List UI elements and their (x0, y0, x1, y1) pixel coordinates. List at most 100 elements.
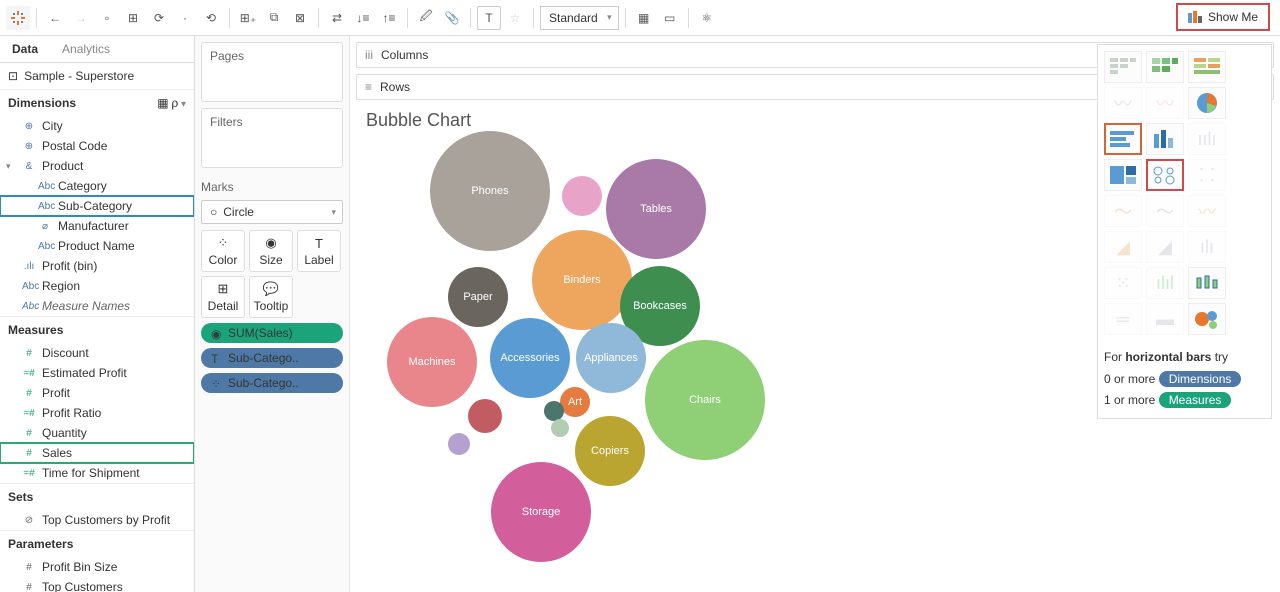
pages-shelf[interactable]: Pages (201, 42, 343, 102)
fit-select[interactable]: Standard ▾ (540, 6, 619, 30)
bubble-accessories[interactable]: Accessories (490, 318, 570, 398)
refresh-button[interactable]: ⟳ (147, 6, 171, 30)
chart-type-histogram[interactable]: ılıl (1146, 267, 1184, 299)
field-measure-names[interactable]: AbcMeasure Names (0, 296, 194, 316)
save-button[interactable]: ▫ (95, 6, 119, 30)
swap-button[interactable]: ⇄ (325, 6, 349, 30)
bubble-paper[interactable]: Paper (448, 267, 508, 327)
field-profit-bin-[interactable]: .ılıProfit (bin) (0, 256, 194, 276)
tab-analytics[interactable]: Analytics (50, 36, 194, 62)
chart-type-horizontal-bar[interactable] (1104, 123, 1142, 155)
chart-type-symbol-map[interactable]: 〰 (1104, 87, 1142, 119)
field-profit-bin-size[interactable]: #Profit Bin Size (0, 557, 194, 577)
field-sub-category[interactable]: AbcSub-Category (0, 196, 194, 216)
bubble-tables[interactable]: Tables (606, 159, 706, 259)
chart-type-text-table[interactable] (1104, 51, 1142, 83)
share-button[interactable]: ⚛ (695, 6, 719, 30)
pill-sub-catego-[interactable]: TSub-Catego.. (201, 348, 343, 368)
chart-type-stacked-bar[interactable] (1146, 123, 1184, 155)
chart-type-filled-map[interactable]: 〰 (1146, 87, 1184, 119)
field-profit[interactable]: #Profit (0, 383, 194, 403)
chart-type-pie[interactable] (1188, 87, 1226, 119)
datasource-item[interactable]: ⊡ Sample - Superstore (0, 63, 194, 89)
field-top-customers-by-profit[interactable]: ⊘Top Customers by Profit (0, 510, 194, 530)
filters-shelf[interactable]: Filters (201, 108, 343, 168)
auto-refresh-icon[interactable]: ⟲ (199, 6, 223, 30)
bubble-unlabeled[interactable] (448, 433, 470, 455)
field-region[interactable]: AbcRegion (0, 276, 194, 296)
bubble-chairs[interactable]: Chairs (645, 340, 765, 460)
chart-type-area-disc[interactable]: ◢ (1146, 231, 1184, 263)
field-city[interactable]: ⊕City (0, 116, 194, 136)
chart-type-highlight-table[interactable] (1188, 51, 1226, 83)
field-quantity[interactable]: #Quantity (0, 423, 194, 443)
bubble-art[interactable]: Art (560, 387, 590, 417)
field-manufacturer[interactable]: ⌀Manufacturer (0, 216, 194, 236)
presentation-button[interactable]: ▭ (658, 6, 682, 30)
star-button[interactable]: ☆ (503, 6, 527, 30)
marks-tooltip-card[interactable]: 💬Tooltip (249, 276, 293, 318)
text-mode-button[interactable]: T (477, 6, 501, 30)
chart-type-dual-line[interactable]: 〰 (1188, 195, 1226, 227)
field-profit-ratio[interactable]: =#Profit Ratio (0, 403, 194, 423)
marks-color-card[interactable]: ⁘Color (201, 230, 245, 272)
duplicate-button[interactable]: ⧉ (262, 6, 286, 30)
field-product-name[interactable]: AbcProduct Name (0, 236, 194, 256)
marks-detail-card[interactable]: ⊞Detail (201, 276, 245, 318)
mark-type-select[interactable]: ○ Circle ▾ (201, 200, 343, 224)
show-cards-button[interactable]: ▦ (632, 6, 656, 30)
new-datasource-button[interactable]: ⊞ (121, 6, 145, 30)
sort-desc-button[interactable]: ↑≡ (377, 6, 401, 30)
chart-type-dual-combo[interactable]: ılı (1188, 231, 1226, 263)
pause-button[interactable]: · (173, 6, 197, 30)
chart-type-area-cont[interactable]: ◢ (1104, 231, 1142, 263)
bubble-storage[interactable]: Storage (491, 462, 591, 562)
chart-type-side-circle[interactable]: ⸬ (1188, 159, 1226, 191)
bubble-binders[interactable]: Binders (532, 230, 632, 330)
chart-type-gantt[interactable]: ═ (1104, 303, 1142, 335)
clear-button[interactable]: ⊠ (288, 6, 312, 30)
bubble-machines[interactable]: Machines (387, 317, 477, 407)
chart-type-line-disc[interactable]: 〜 (1146, 195, 1184, 227)
field-category[interactable]: AbcCategory (0, 176, 194, 196)
show-me-button[interactable]: Show Me (1176, 3, 1270, 31)
bubble-appliances[interactable]: Appliances (576, 323, 646, 393)
chart-type-heatmap[interactable] (1146, 51, 1184, 83)
chart-type-circle-view[interactable] (1146, 159, 1184, 191)
chart-type-line-cont[interactable]: 〜 (1104, 195, 1142, 227)
chart-type-treemap[interactable] (1104, 159, 1142, 191)
field-type-icon: .ılı (22, 261, 36, 272)
chart-type-box-plot[interactable] (1188, 267, 1226, 299)
bubble-unlabeled[interactable] (468, 399, 502, 433)
view-toggle-icon[interactable]: ▦ (157, 96, 168, 110)
attach-button[interactable]: 📎 (440, 6, 464, 30)
new-worksheet-button[interactable]: ⊞₊ (236, 6, 260, 30)
marks-label-card[interactable]: TLabel (297, 230, 341, 272)
bubble-phones[interactable]: Phones (430, 131, 550, 251)
field-product[interactable]: ▾&Product (0, 156, 194, 176)
pill-sub-catego-[interactable]: ⁘Sub-Catego.. (201, 373, 343, 393)
marks-size-card[interactable]: ◉Size (249, 230, 293, 272)
field-discount[interactable]: #Discount (0, 343, 194, 363)
field-sales[interactable]: #Sales (0, 443, 194, 463)
fit-select-label: Standard (549, 11, 598, 25)
bubble-unlabeled[interactable] (544, 401, 564, 421)
chart-type-scatter[interactable]: ⁙ (1104, 267, 1142, 299)
field-top-customers[interactable]: #Top Customers (0, 577, 194, 592)
chart-type-packed-bubble[interactable] (1188, 303, 1226, 335)
bubble-unlabeled[interactable] (562, 176, 602, 216)
field-time-for-shipment[interactable]: =#Time for Shipment (0, 463, 194, 483)
back-button[interactable]: ← (43, 6, 67, 30)
field-postal-code[interactable]: ⊕Postal Code (0, 136, 194, 156)
sort-asc-button[interactable]: ↓≡ (351, 6, 375, 30)
search-icon[interactable]: ρ (171, 96, 178, 110)
forward-button[interactable]: → (69, 6, 93, 30)
bubble-copiers[interactable]: Copiers (575, 416, 645, 486)
tab-data[interactable]: Data (0, 36, 50, 62)
chart-type-side-bar[interactable]: ıılı (1188, 123, 1226, 155)
highlight-button[interactable]: 🖉 (414, 6, 438, 30)
chart-type-bullet[interactable]: ▬ (1146, 303, 1184, 335)
field-estimated-profit[interactable]: =#Estimated Profit (0, 363, 194, 383)
pill-sum-sales-[interactable]: ◉SUM(Sales) (201, 323, 343, 343)
bubble-unlabeled[interactable] (551, 419, 569, 437)
